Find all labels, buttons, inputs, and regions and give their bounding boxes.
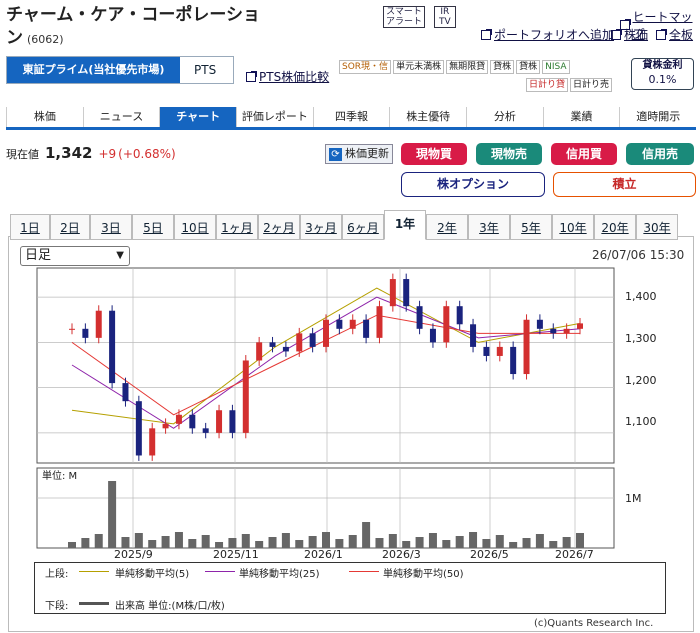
volume-bar (174, 532, 183, 548)
volume-bar (348, 535, 357, 548)
x-tick-label: 2025/9 (114, 548, 153, 561)
candle (523, 319, 530, 375)
candle (510, 346, 517, 375)
volume-bar (121, 537, 130, 548)
candle (336, 319, 343, 329)
volume-bar (535, 534, 544, 548)
y-tick-label: 1,300 (625, 332, 657, 345)
chart-legend: 上段: 単純移動平均(5) 単純移動平均(25) 単純移動平均(50) 下段: … (34, 562, 666, 614)
volume-bar (375, 538, 384, 548)
volume-bar (108, 481, 117, 548)
candle (122, 383, 129, 402)
volume-bar (576, 533, 584, 548)
volume-bar (442, 540, 451, 548)
volume-bar (562, 537, 571, 548)
volume-bar (188, 539, 197, 548)
x-tick-label: 2026/7 (555, 548, 594, 561)
volume-bar (495, 535, 504, 548)
volume-bar (134, 533, 143, 548)
candle (135, 401, 142, 456)
candle (109, 310, 116, 384)
candle (309, 333, 316, 347)
candle (403, 279, 410, 307)
candle (483, 346, 490, 356)
volume-bar (295, 540, 304, 548)
candle (323, 319, 329, 347)
volume-bar (308, 536, 317, 548)
volume-bar (549, 541, 558, 548)
y-tick-label: 1,400 (625, 290, 657, 303)
candle (149, 428, 156, 456)
volume-bar (322, 532, 330, 548)
candle (202, 428, 209, 433)
volume-bar (415, 537, 424, 548)
candle (376, 306, 383, 338)
volume-bar (268, 537, 277, 548)
candle (443, 306, 450, 343)
volume-bar (81, 538, 90, 548)
candle (563, 328, 570, 334)
x-tick-label: 2026/3 (382, 548, 421, 561)
y-tick-label: 1,100 (625, 415, 657, 428)
volume-bar (469, 532, 478, 548)
volume-bar (335, 539, 344, 548)
candle (229, 410, 236, 433)
price-chart: 1,400 1,300 1,200 1,100 単位: M 1M 2025/9 … (36, 267, 657, 561)
volume-bar (68, 542, 76, 548)
candle (69, 328, 75, 330)
volume-bar (241, 534, 250, 548)
candle (470, 324, 477, 347)
x-tick-label: 2026/5 (470, 548, 509, 561)
volume-unit-label: 単位: M (42, 469, 77, 482)
candle (550, 328, 557, 334)
candle (189, 414, 196, 429)
volume-bar (522, 538, 531, 548)
candle (242, 360, 249, 433)
volume-bar (362, 522, 371, 548)
candle (389, 279, 396, 307)
chart-credit: (c)Quants Research Inc. (534, 618, 654, 629)
candle (95, 310, 102, 338)
candle (216, 410, 223, 433)
candle (282, 346, 289, 352)
candle (577, 323, 583, 329)
volume-bar (94, 534, 103, 548)
candle (429, 328, 436, 343)
candle (82, 328, 89, 338)
volume-bar (428, 533, 437, 548)
volume-bar (388, 534, 397, 548)
volume-bar (148, 540, 157, 548)
volume-bar (161, 536, 170, 548)
x-tick-label: 2025/11 (213, 548, 259, 561)
volume-bar (455, 536, 464, 548)
y-tick-label: 1,200 (625, 374, 657, 387)
candle (256, 342, 263, 361)
x-tick-label: 2026/1 (304, 548, 343, 561)
candle (296, 333, 303, 352)
candle (175, 414, 182, 424)
volume-bar (482, 539, 491, 548)
volume-bar (228, 538, 237, 548)
candle (269, 342, 276, 347)
candle (496, 346, 503, 356)
volume-tick-label: 1M (625, 492, 642, 505)
candle (363, 319, 370, 338)
volume-bar (402, 541, 411, 548)
volume-bar (201, 535, 210, 548)
candle (349, 319, 356, 329)
candle (456, 306, 463, 325)
volume-bar (281, 533, 290, 548)
volume-bar (255, 541, 264, 548)
candle (416, 306, 423, 329)
volume-bar (509, 542, 518, 548)
candle (162, 423, 169, 429)
candle (536, 319, 543, 329)
